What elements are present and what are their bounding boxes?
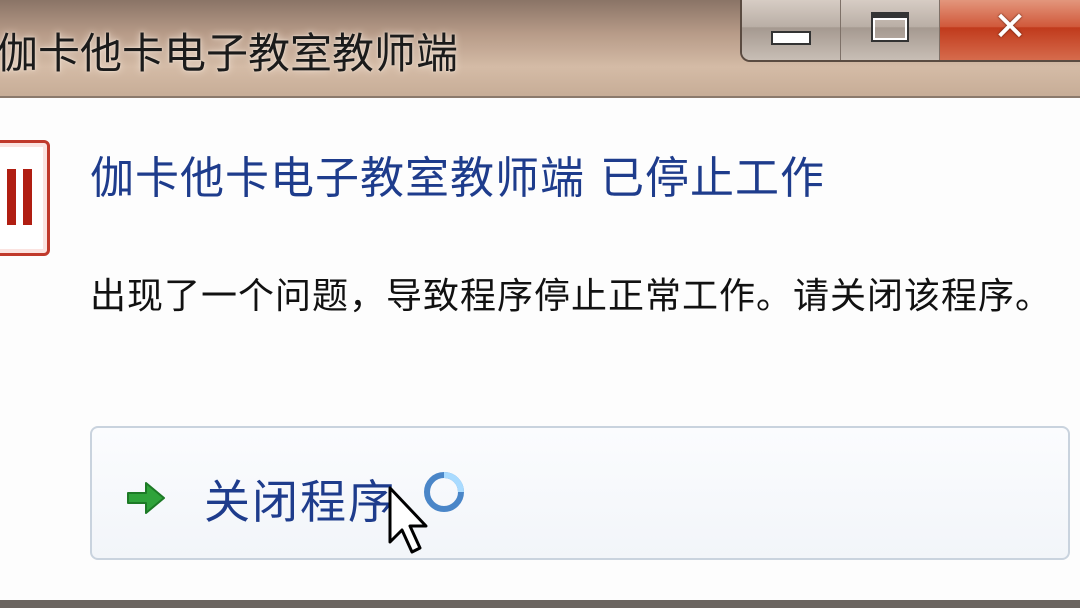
window-title: 伽卡他卡电子教室教师端 — [0, 29, 459, 78]
close-program-label: 关闭程序 — [204, 475, 396, 529]
dialog-body: 伽卡他卡电子教室教师端 已停止工作 出现了一个问题，导致程序停止正常工作。请关闭… — [0, 98, 1080, 608]
window-bottom-border — [0, 600, 1080, 608]
maximize-icon — [871, 12, 909, 42]
error-dialog-window: 伽卡他卡电子教室教师端 ✕ 伽卡他卡电子教室教师端 已停止工作 出现了一个问题，… — [0, 0, 1080, 608]
minimize-icon — [771, 31, 811, 45]
green-arrow-icon — [127, 482, 165, 514]
app-error-icon — [0, 140, 50, 256]
dialog-heading: 伽卡他卡电子教室教师端 已停止工作 — [90, 153, 825, 204]
pointer-cursor-icon — [388, 486, 428, 554]
close-program-button[interactable]: 关闭程序 — [90, 426, 1070, 560]
title-bar[interactable]: 伽卡他卡电子教室教师端 ✕ — [0, 0, 1080, 98]
close-icon: ✕ — [993, 4, 1027, 50]
dialog-message: 出现了一个问题，导致程序停止正常工作。请关闭该程序。 — [90, 276, 1053, 317]
minimize-button[interactable] — [742, 0, 840, 60]
window-controls: ✕ — [740, 0, 1080, 62]
maximize-button[interactable] — [840, 0, 939, 60]
close-button[interactable]: ✕ — [939, 0, 1080, 60]
